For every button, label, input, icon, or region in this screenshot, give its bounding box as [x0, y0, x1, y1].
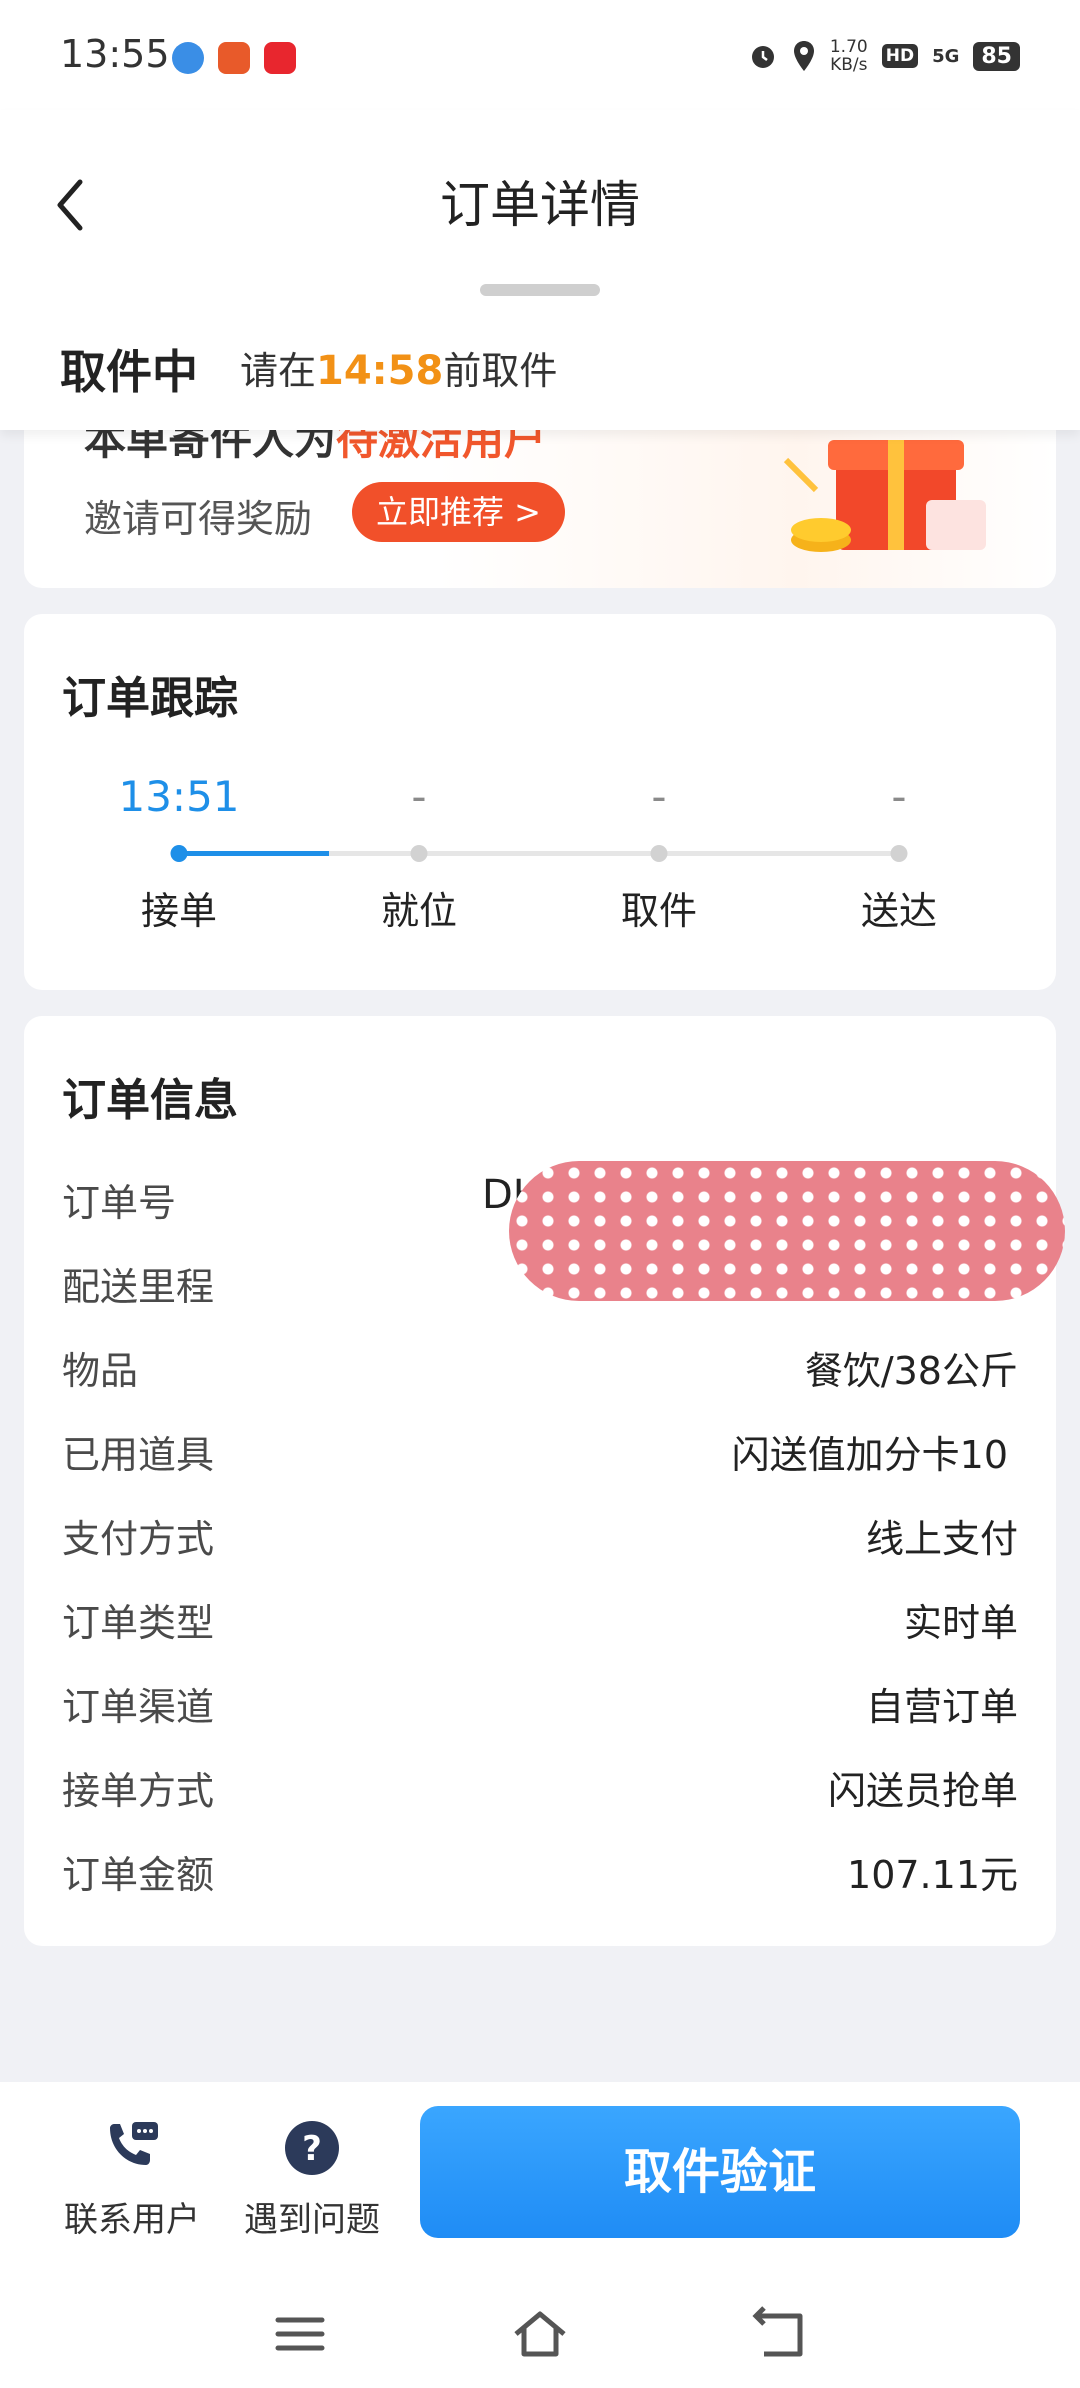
step-dot: [410, 845, 428, 862]
step-label: 送达: [860, 889, 938, 933]
status-time: 13:55: [60, 32, 170, 76]
info-value: 闪送值加分卡10: [731, 1433, 1008, 1477]
info-label: 订单渠道: [62, 1685, 215, 1729]
report-problem-label: 遇到问题: [244, 2200, 380, 2240]
info-value: 107.11元: [847, 1853, 1018, 1897]
referral-promo-banner[interactable]: 本单寄件人为待激活用户 邀请可得奖励 立即推荐 >: [24, 430, 1056, 588]
info-value: 实时单: [903, 1601, 1018, 1645]
network-signal: 5G: [932, 45, 960, 67]
page-header: 订单详情 取件中 请在14:58前取件: [0, 110, 1080, 430]
location-icon: [793, 41, 814, 71]
gift-box-icon: [783, 440, 986, 552]
battery-icon: 85: [973, 41, 1020, 71]
promo-subtitle: 邀请可得奖励: [84, 497, 313, 541]
report-problem-button[interactable]: ? 遇到问题: [232, 2118, 392, 2241]
info-label: 订单类型: [62, 1601, 215, 1645]
drag-handle[interactable]: [480, 284, 600, 296]
pickup-status: 取件中: [60, 345, 198, 399]
system-nav-bar: [0, 2282, 1080, 2388]
info-row: 支付方式 线上支付: [62, 1502, 1018, 1562]
step-dot: [650, 845, 668, 862]
alarm-icon: [751, 46, 774, 68]
tracking-title: 订单跟踪: [62, 673, 238, 724]
info-label: 订单金额: [62, 1853, 215, 1897]
step-time: -: [891, 772, 907, 821]
info-value: 闪送员抢单: [827, 1769, 1018, 1813]
notification-icons: [172, 42, 296, 74]
recommend-now-button[interactable]: 立即推荐 >: [352, 482, 565, 542]
step-label: 取件: [620, 889, 698, 933]
phone-chat-icon: [110, 2122, 158, 2165]
page-title: 订单详情: [440, 176, 640, 234]
order-info-card: 订单信息 订单号 DH3 配送里程 物品 餐饮/38公斤 已用道具 闪送值加分卡…: [24, 1016, 1065, 1946]
step-dot: [890, 845, 908, 862]
info-row: 接单方式 闪送员抢单: [62, 1754, 1018, 1814]
info-label: 已用道具: [62, 1433, 215, 1477]
net-speed: 1.70 KB/s: [829, 37, 868, 75]
step-time: 13:51: [118, 772, 240, 821]
info-value: 自营订单: [865, 1685, 1018, 1729]
info-label: 物品: [62, 1349, 139, 1393]
info-row: 订单渠道 自营订单: [62, 1670, 1018, 1730]
taobao-notification-icon: [264, 42, 296, 74]
pickup-verify-button[interactable]: 取件验证: [420, 2106, 1020, 2238]
contact-user-label: 联系用户: [64, 2200, 200, 2240]
order-number-label: 订单号: [62, 1181, 177, 1225]
step-label: 就位: [380, 889, 458, 933]
status-indicators: 1.70 KB/s HD 5G 85: [748, 38, 1020, 74]
info-value: 餐饮/38公斤: [804, 1349, 1018, 1393]
status-bar: 13:55 1.70 KB/s HD 5G 85: [0, 0, 1080, 110]
app-notification-icon: [172, 42, 204, 74]
privacy-mask: [509, 1161, 1065, 1301]
pickup-deadline: 14:58: [316, 348, 444, 394]
hd-badge: HD: [881, 44, 919, 68]
app-notification-icon: [218, 42, 250, 74]
info-label: 接单方式: [62, 1769, 215, 1813]
info-row: 已用道具 闪送值加分卡10: [62, 1418, 1018, 1478]
info-row: 物品 餐饮/38公斤: [62, 1334, 1018, 1394]
contact-user-button[interactable]: 联系用户: [52, 2118, 212, 2241]
bottom-action-bar: 联系用户 ? 遇到问题 取件验证: [0, 2082, 1080, 2388]
info-row: 订单类型 实时单: [62, 1586, 1018, 1646]
info-label: 配送里程: [62, 1265, 215, 1309]
home-icon[interactable]: [510, 2304, 570, 2364]
step-label: 接单: [140, 889, 218, 933]
info-value: 线上支付: [865, 1517, 1018, 1561]
step-time: -: [411, 772, 427, 821]
tracking-progress-fill: [179, 851, 329, 856]
back-nav-icon[interactable]: [750, 2304, 810, 2364]
info-row: 订单金额 107.11元: [62, 1838, 1018, 1898]
order-tracking-card: 订单跟踪 13:51 接单 - 就位 - 取件 - 送达: [24, 614, 1056, 990]
order-info-title: 订单信息: [62, 1075, 238, 1126]
step-time: -: [651, 772, 667, 821]
step-dot: [170, 845, 188, 862]
info-label: 支付方式: [62, 1517, 215, 1561]
svg-text:?: ?: [302, 2129, 322, 2169]
menu-icon[interactable]: [270, 2304, 330, 2364]
promo-title: 本单寄件人为待激活用户: [84, 430, 547, 464]
help-question-icon: ?: [285, 2121, 339, 2175]
pickup-deadline-hint: 请在14:58前取件: [240, 348, 558, 394]
